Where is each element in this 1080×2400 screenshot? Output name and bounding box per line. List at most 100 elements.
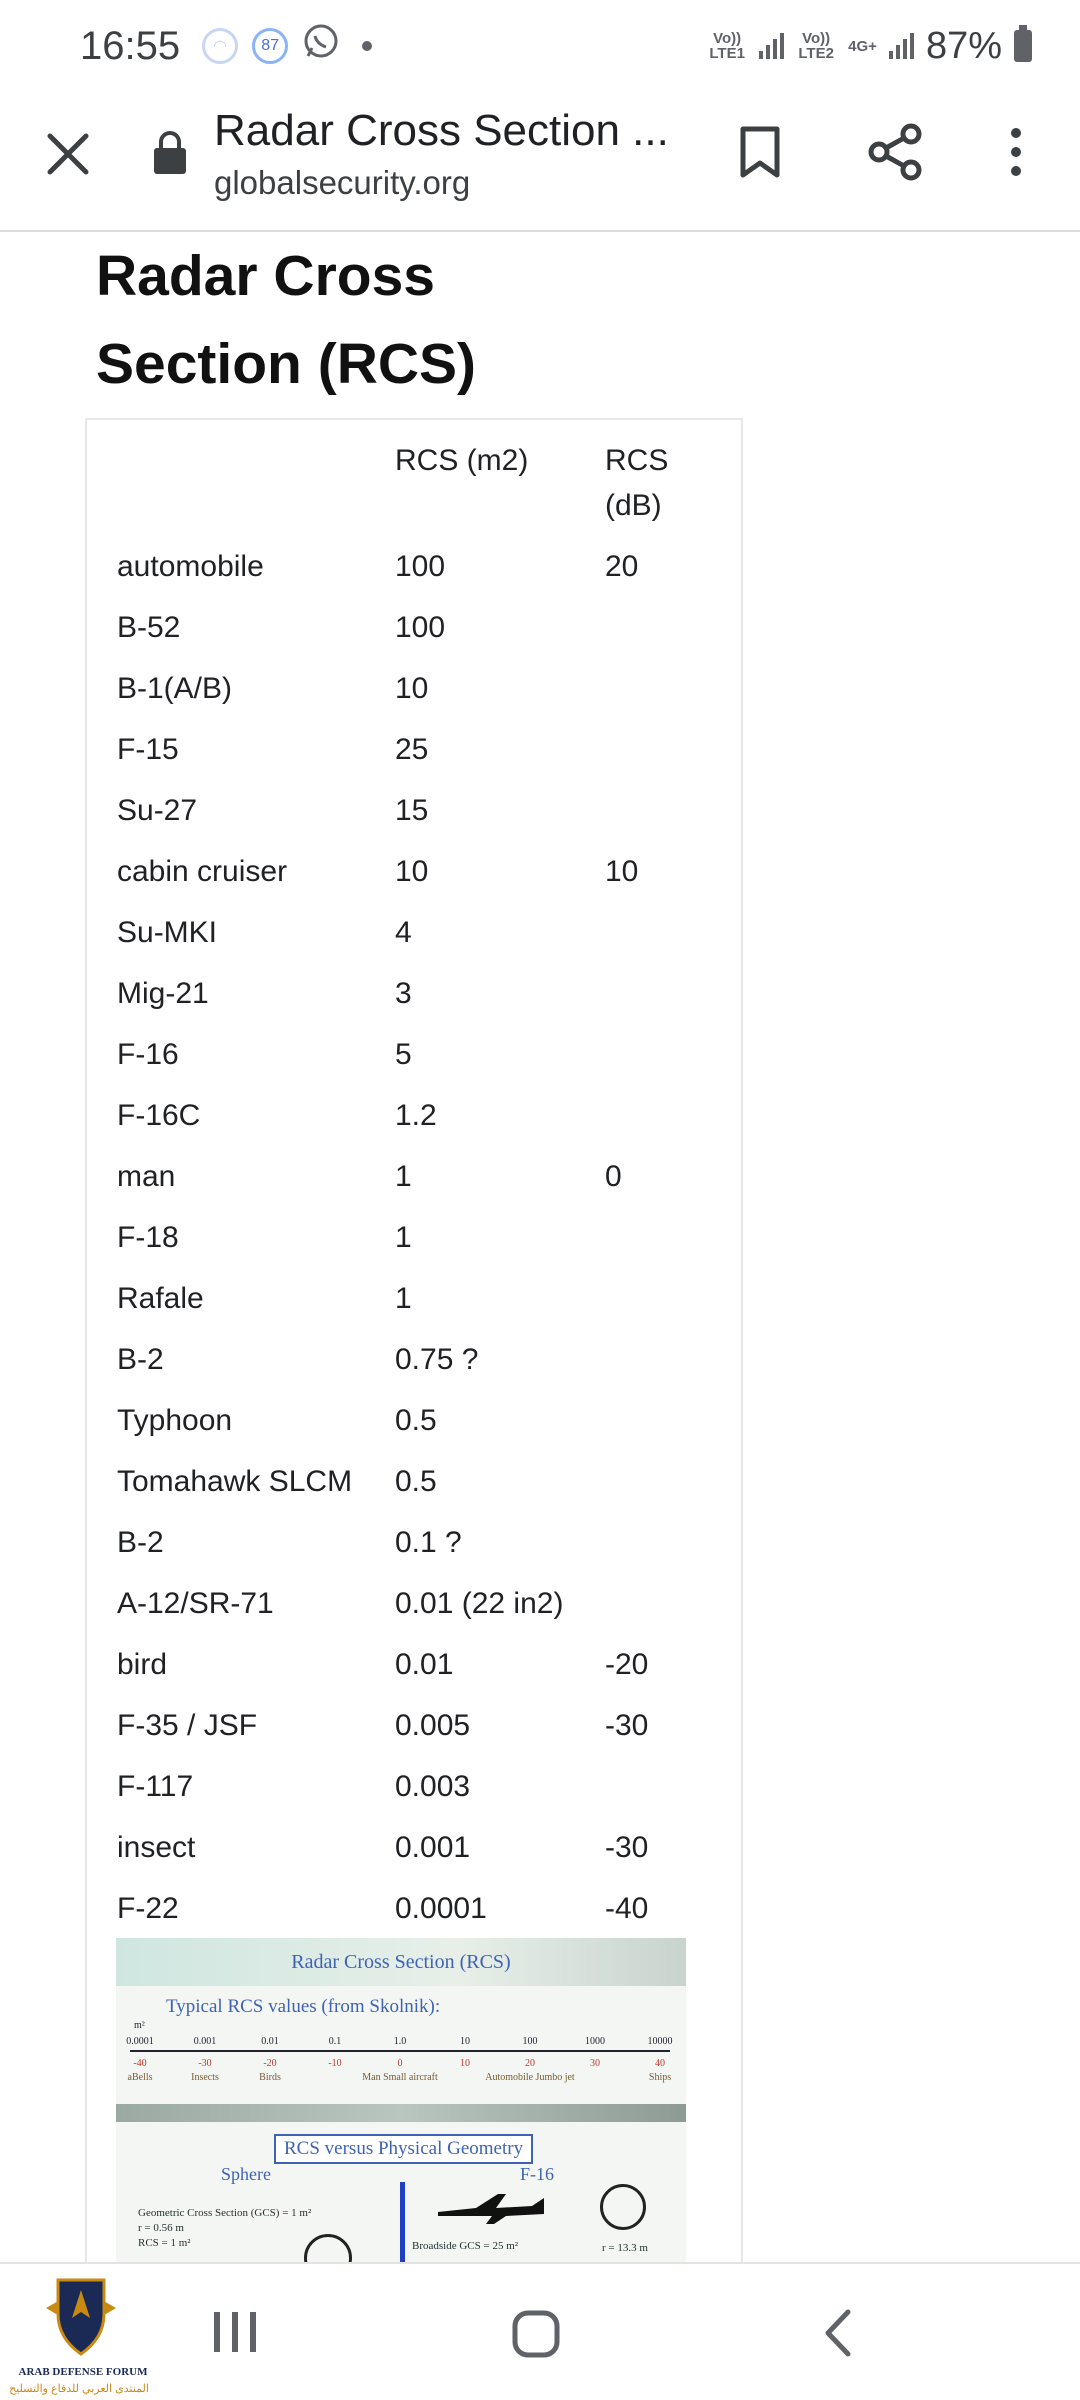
table-cell: 4	[395, 916, 412, 949]
more-options-icon[interactable]	[986, 120, 1046, 184]
figure-object-label: Insects	[191, 2072, 219, 2083]
table-header-cell: RCS (m2)	[395, 444, 529, 477]
bookmark-icon[interactable]	[728, 120, 792, 184]
status-right: Vo)) LTE1 Vo)) LTE2 4G+ 87%	[707, 25, 1032, 68]
figure-f16-label: F-16	[520, 2164, 555, 2184]
figure-object-label: Man Small aircraft	[362, 2072, 438, 2083]
table-cell: automobile	[117, 550, 264, 583]
table-cell: Rafale	[117, 1282, 204, 1315]
table-header-cell	[117, 430, 395, 536]
table-cell: 1	[395, 1221, 412, 1254]
table-row: Tomahawk SLCM 0.5	[117, 1451, 715, 1512]
figure-scale-tick: 0.001	[193, 2036, 217, 2047]
figure-divider	[116, 2104, 686, 2122]
table-cell: F-16	[117, 1038, 179, 1071]
page-title[interactable]: Radar Cross Section ...	[214, 106, 669, 156]
table-row: B-1(A/B) 10	[117, 658, 715, 719]
table-cell: 0	[605, 1160, 622, 1193]
figure-object-label: Automobile Jumbo jet	[485, 2072, 575, 2083]
share-icon[interactable]	[860, 120, 930, 184]
web-content[interactable]: Radar Cross Section (RCS) RCS (m2) RCS (d…	[0, 232, 1080, 2262]
page-heading: Radar Cross Section (RCS)	[96, 244, 477, 396]
table-cell: 0.001	[395, 1831, 471, 1864]
figure-db-tick: 30	[590, 2058, 600, 2069]
page-domain[interactable]: globalsecurity.org	[214, 164, 470, 202]
table-cell	[605, 658, 715, 719]
table-cell: 0.75 ?	[395, 1343, 479, 1376]
figure-db-tick: 10	[460, 2058, 470, 2069]
table-cell	[605, 1390, 715, 1451]
table-row: Mig-21 3	[117, 963, 715, 1024]
sphere-circle-icon	[600, 2184, 646, 2230]
lock-icon[interactable]	[152, 130, 196, 180]
figure-rcs-line: RCS = 1 m²	[138, 2237, 191, 2249]
figure-sphere-label: Sphere	[221, 2164, 271, 2184]
figure-scale-tick: 10	[460, 2036, 470, 2047]
table-cell	[605, 902, 715, 963]
table-cell: 0.003	[395, 1770, 471, 1803]
home-icon[interactable]	[510, 2308, 562, 2365]
table-row: B-2 0.75 ?	[117, 1329, 715, 1390]
figure-scale-tick: 100	[522, 2036, 538, 2047]
table-cell: 10	[395, 855, 429, 888]
table-cell: 0.5	[395, 1465, 437, 1498]
battery-percent: 87%	[925, 24, 1002, 67]
table-cell	[605, 1024, 715, 1085]
table-cell: Mig-21	[117, 977, 209, 1010]
figure-db-tick: -20	[263, 2058, 277, 2069]
table-cell: 10	[605, 855, 639, 888]
table-cell: cabin cruiser	[117, 855, 288, 888]
table-cell: F-117	[117, 1770, 194, 1803]
table-cell	[605, 1085, 715, 1146]
figure-scale-tick: 1000	[585, 2036, 605, 2047]
table-cell: 25	[395, 733, 429, 766]
status-left: 16:55 ◠ 87	[80, 22, 373, 70]
table-row: automobile 100 20	[117, 536, 715, 597]
table-row: Su-MKI 4	[117, 902, 715, 963]
table-cell: 15	[395, 794, 429, 827]
notification-app-icon: ◠	[202, 28, 239, 64]
figure-scale-tick: 0.1	[328, 2036, 342, 2047]
table-cell: -30	[605, 1831, 649, 1864]
figure-object-label: Birds	[259, 2072, 281, 2083]
figure-subtitle: Typical RCS values (from Skolnik):	[166, 1996, 441, 2017]
signal-sim1-icon	[759, 33, 785, 59]
table-cell: A-12/SR-71	[117, 1587, 274, 1620]
table-cell: B-1(A/B)	[117, 672, 233, 705]
recent-apps-icon[interactable]	[210, 2308, 260, 2361]
sim1-label: Vo)) LTE1	[709, 30, 745, 62]
table-cell: Tomahawk SLCM	[117, 1465, 353, 1498]
battery-icon	[1014, 25, 1032, 62]
table-cell: 10	[395, 672, 429, 705]
table-row: Rafale 1	[117, 1268, 715, 1329]
rcs-figure-image[interactable]: Radar Cross Section (RCS) Typical RCS va…	[116, 1938, 686, 2262]
table-cell	[605, 1451, 715, 1512]
figure-separator-bar	[400, 2182, 405, 2262]
figure-title: Radar Cross Section (RCS)	[116, 1938, 686, 1986]
f16-jet-icon	[436, 2188, 546, 2233]
table-row: F-35 / JSF 0.005 -30	[117, 1695, 715, 1756]
table-row: insect 0.001 -30	[117, 1817, 715, 1878]
more-notifications-dot-icon	[362, 41, 373, 51]
figure-scale-tick: 10000	[647, 2036, 673, 2047]
table-cell: 1	[395, 1160, 412, 1193]
table-cell: 0.1 ?	[395, 1526, 462, 1559]
network-type-label: 4G+	[848, 37, 877, 55]
table-cell	[605, 597, 715, 658]
table-cell: bird	[117, 1648, 168, 1681]
back-icon[interactable]	[820, 2308, 856, 2363]
status-time: 16:55	[80, 23, 181, 68]
table-cell: Su-MKI	[117, 916, 218, 949]
rcs-table: RCS (m2) RCS (dB) automobile 100 20 B-52 100 B-…	[117, 430, 715, 2000]
table-cell: Typhoon	[117, 1404, 233, 1437]
status-bar: 16:55 ◠ 87 Vo)) LTE1 Vo)) LTE2 4G+ 87%	[0, 0, 1080, 92]
sim2-label: Vo)) LTE2	[798, 30, 834, 62]
figure-db-tick: 0	[397, 2058, 403, 2069]
table-row: F-18 1	[117, 1207, 715, 1268]
table-cell: B-52	[117, 611, 181, 644]
table-row: F-16 5	[117, 1024, 715, 1085]
figure-unit: m²	[134, 2020, 145, 2031]
close-icon[interactable]	[36, 122, 100, 186]
table-cell: -40	[605, 1892, 649, 1925]
browser-toolbar: Radar Cross Section ... globalsecurity.o…	[0, 92, 1080, 232]
